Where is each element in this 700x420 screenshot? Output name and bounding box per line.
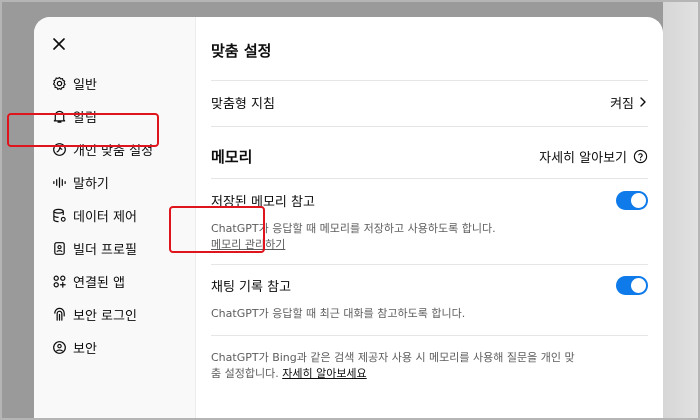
sidebar-nav: 일반 알림 개인 맞춤 설정 말하기 데이터 제어 빌더 프로필 연결된 앱 보…: [34, 67, 196, 364]
apps-grid-icon: [51, 274, 67, 290]
sidebar-item-label: 데이터 제어: [73, 210, 137, 225]
saved-memory-desc-text: ChatGPT가 응답할 때 메모리를 저장하고 사용하도록 합니다.: [211, 222, 496, 235]
sidebar-item-label: 개인 맞춤 설정: [73, 144, 154, 159]
sidebar-item-label: 연결된 앱: [73, 276, 125, 291]
settings-sidebar: 일반 알림 개인 맞춤 설정 말하기 데이터 제어 빌더 프로필 연결된 앱 보…: [34, 17, 196, 420]
waveform-icon: [51, 175, 67, 191]
sidebar-item-label: 보안: [73, 342, 97, 357]
custom-instructions-status: 켜짐: [610, 96, 634, 112]
id-card-icon: [51, 241, 67, 257]
memory-header-row: 메모리 자세히 알아보기: [211, 144, 648, 168]
learn-more-label: 자세히 알아보기: [539, 150, 627, 166]
sidebar-item-secure-login[interactable]: 보안 로그인: [34, 298, 196, 331]
custom-instructions-label: 맞춤형 지침: [211, 96, 275, 112]
chevron-right-icon: [640, 97, 646, 107]
saved-memory-row: 저장된 메모리 참고: [211, 189, 648, 211]
close-button[interactable]: [50, 35, 68, 53]
sidebar-item-builder-profile[interactable]: 빌더 프로필: [34, 232, 196, 265]
bell-icon: [51, 109, 67, 125]
close-icon: [53, 38, 65, 50]
settings-dialog: 일반 알림 개인 맞춤 설정 말하기 데이터 제어 빌더 프로필 연결된 앱 보…: [34, 17, 663, 420]
divider: [211, 264, 648, 265]
sidebar-item-general[interactable]: 일반: [34, 67, 196, 100]
fingerprint-icon: [51, 307, 67, 323]
chat-history-desc-text: ChatGPT가 응답할 때 최근 대화를 참고하도록 합니다.: [211, 307, 466, 320]
manage-memory-link[interactable]: 메모리 관리하기: [211, 238, 285, 251]
page-title: 맞춤 설정: [211, 42, 272, 60]
memory-section-title: 메모리: [211, 147, 253, 166]
divider: [211, 80, 648, 81]
sidebar-item-label: 보안 로그인: [73, 309, 137, 324]
help-icon: [633, 149, 648, 163]
sidebar-item-label: 알림: [73, 111, 97, 126]
sidebar-item-label: 일반: [73, 78, 97, 93]
sidebar-item-personalization[interactable]: 개인 맞춤 설정: [34, 133, 196, 166]
footer-text-line1: ChatGPT가 Bing과 같은 검색 제공자 사용 시 메모리를 사용해 질…: [211, 351, 575, 364]
chat-history-row: 채팅 기록 참고: [211, 274, 648, 296]
memory-footer: ChatGPT가 Bing과 같은 검색 제공자 사용 시 메모리를 사용해 질…: [211, 350, 648, 382]
chat-history-description: ChatGPT가 응답할 때 최근 대화를 참고하도록 합니다.: [211, 306, 623, 322]
divider: [211, 335, 648, 336]
shield-user-icon: [51, 340, 67, 356]
saved-memory-description: ChatGPT가 응답할 때 메모리를 저장하고 사용하도록 합니다. 메모리 …: [211, 221, 623, 253]
sidebar-item-label: 빌더 프로필: [73, 243, 137, 258]
database-icon: [51, 208, 67, 224]
custom-instructions-value[interactable]: 켜짐: [610, 93, 648, 112]
settings-main: 맞춤 설정 맞춤형 지침 켜짐 메모리 자세히 알아보기 저장된 메모리 참고 …: [196, 17, 663, 420]
footer-text-line2: 춤 설정합니다.: [211, 367, 279, 380]
sidebar-item-label: 말하기: [73, 177, 109, 192]
memory-learn-more-link[interactable]: 자세히 알아보기: [539, 147, 648, 166]
divider: [211, 178, 648, 179]
footer-learn-more-link[interactable]: 자세히 알아보세요: [282, 367, 366, 380]
divider: [211, 126, 648, 127]
sidebar-item-connected-apps[interactable]: 연결된 앱: [34, 265, 196, 298]
chat-history-label: 채팅 기록 참고: [211, 279, 292, 295]
custom-instructions-row[interactable]: 맞춤형 지침 켜짐: [211, 91, 648, 113]
sidebar-item-security[interactable]: 보안: [34, 331, 196, 364]
sidebar-item-notifications[interactable]: 알림: [34, 100, 196, 133]
gear-icon: [51, 76, 67, 92]
background-edge: [663, 0, 700, 420]
personalization-icon: [51, 142, 67, 158]
chat-history-toggle[interactable]: [616, 275, 648, 295]
sidebar-item-data-controls[interactable]: 데이터 제어: [34, 199, 196, 232]
saved-memory-toggle[interactable]: [616, 190, 648, 210]
saved-memory-label: 저장된 메모리 참고: [211, 194, 315, 210]
sidebar-item-speech[interactable]: 말하기: [34, 166, 196, 199]
